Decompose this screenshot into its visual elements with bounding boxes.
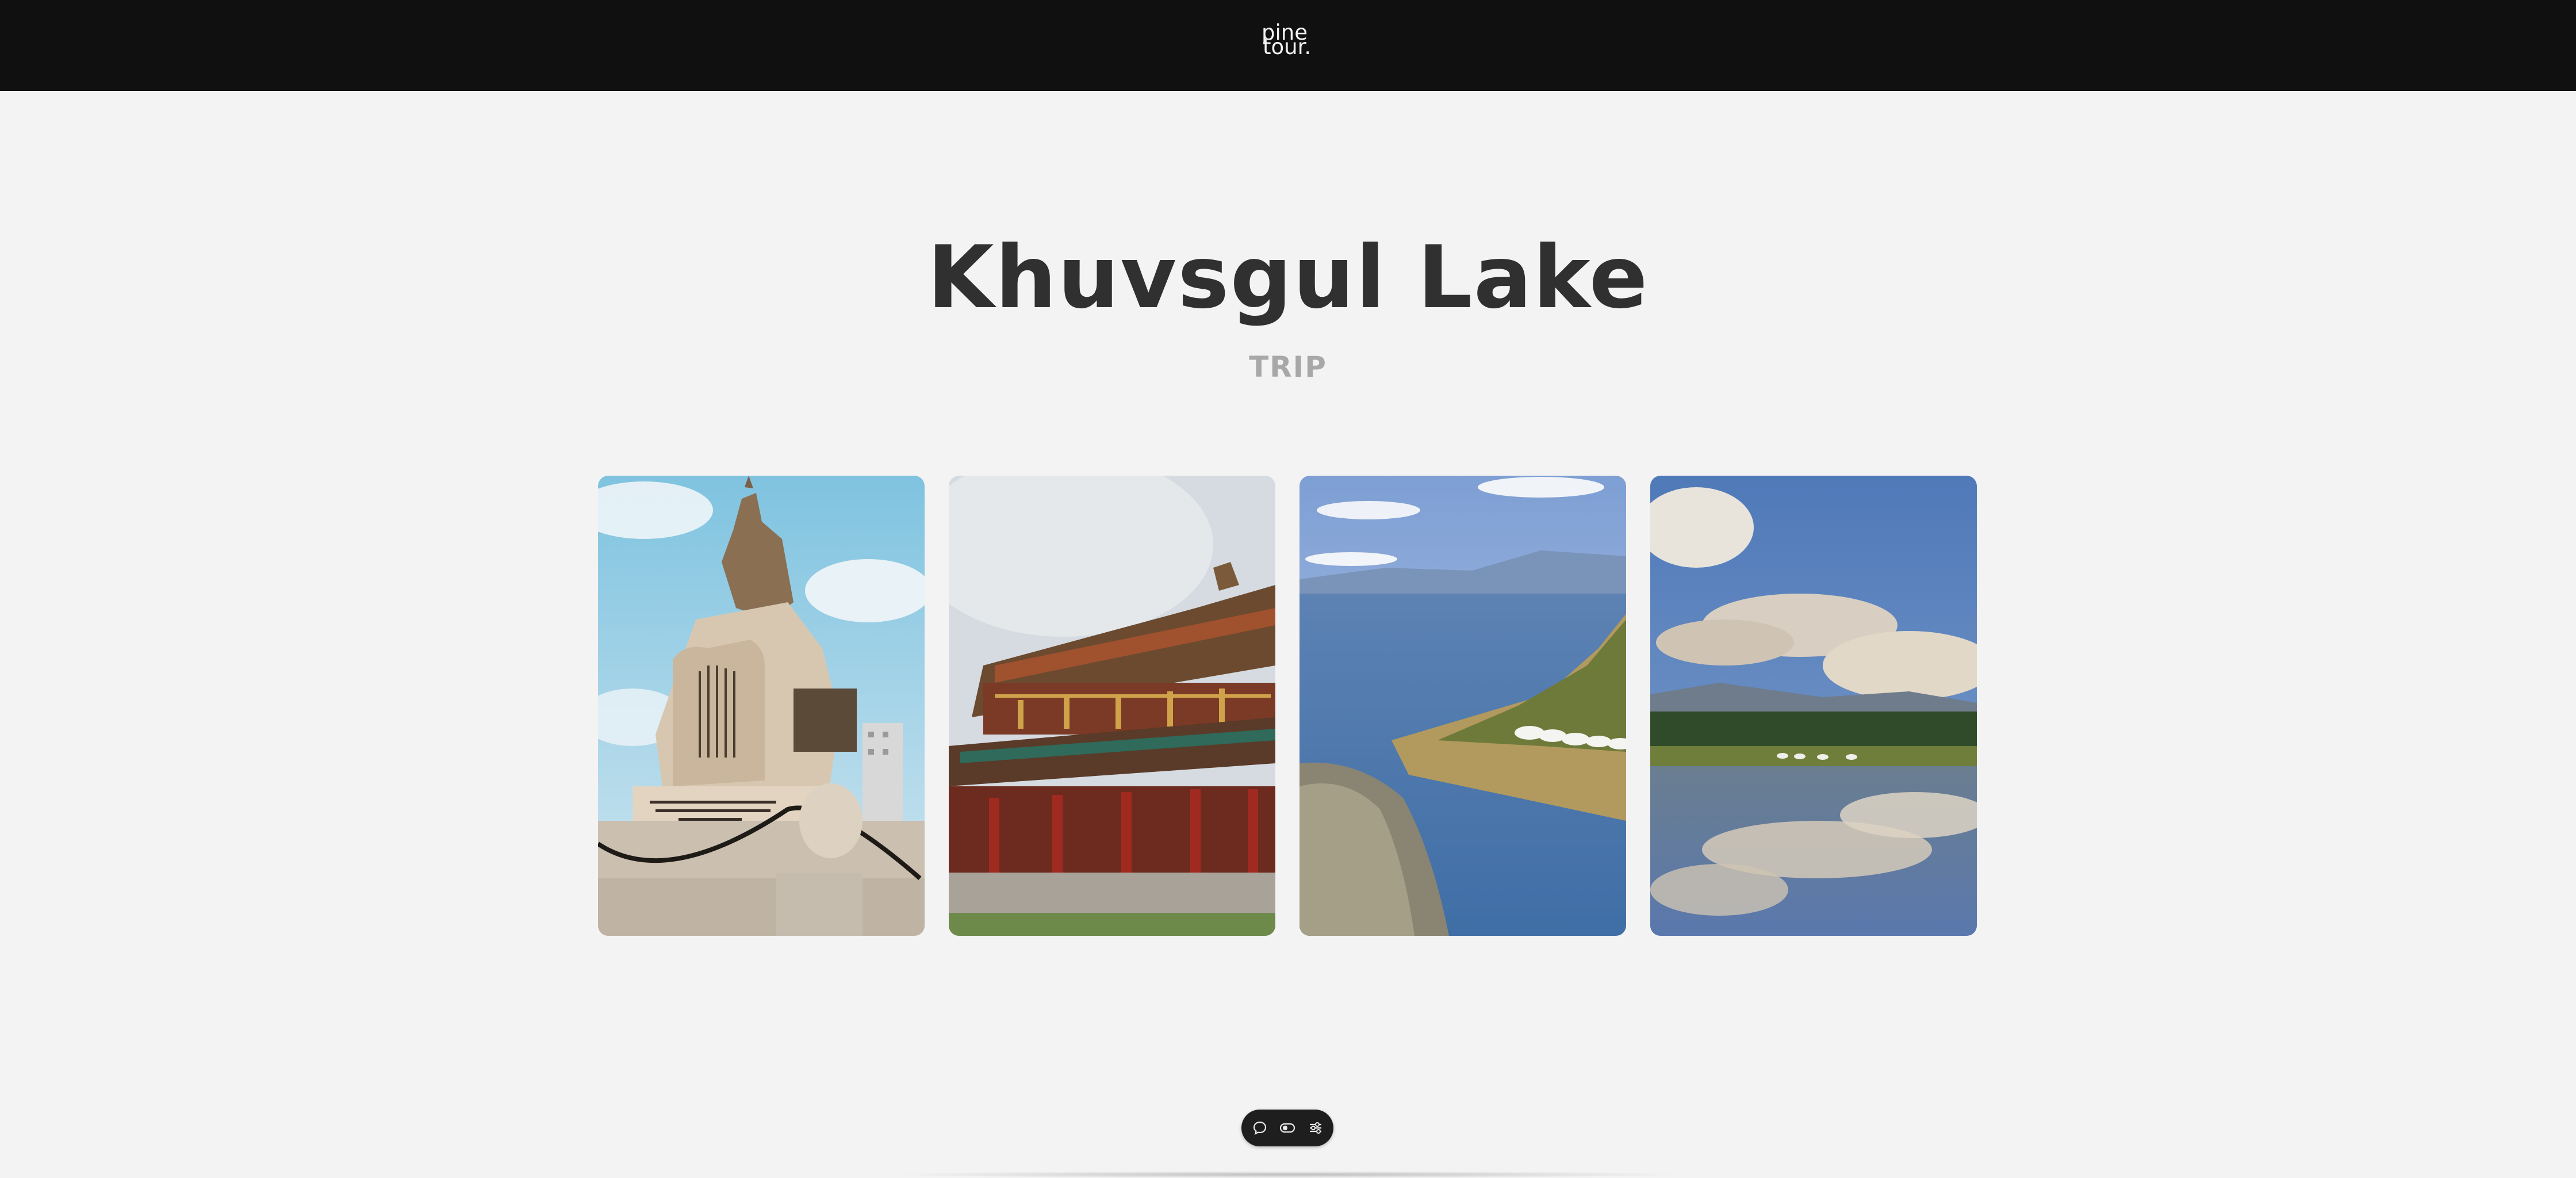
sliders-icon[interactable] (1306, 1118, 1325, 1138)
gallery-card-temple[interactable] (949, 476, 1275, 936)
gallery-card-reflection[interactable] (1650, 476, 1977, 936)
gallery-card-lake-shore[interactable] (1300, 476, 1626, 936)
monument-photo (598, 476, 925, 936)
lake-reflection-photo (1650, 476, 1977, 936)
brand-logo[interactable]: pine tour. (1262, 22, 1314, 59)
lake-shore-photo (1300, 476, 1626, 936)
toggle-icon[interactable] (1278, 1118, 1297, 1138)
bottom-shadow (885, 1171, 1690, 1178)
brand-logo-line2: tour. (1263, 35, 1312, 59)
chat-icon[interactable] (1250, 1118, 1270, 1138)
floating-toolbar (1241, 1110, 1333, 1146)
top-navbar: pine tour. (0, 0, 2576, 91)
gallery-card-monument[interactable] (598, 476, 925, 936)
temple-photo (949, 476, 1275, 936)
page-title: Khuvsgul Lake (927, 228, 1649, 328)
page-subtitle: TRIP (1249, 350, 1327, 384)
